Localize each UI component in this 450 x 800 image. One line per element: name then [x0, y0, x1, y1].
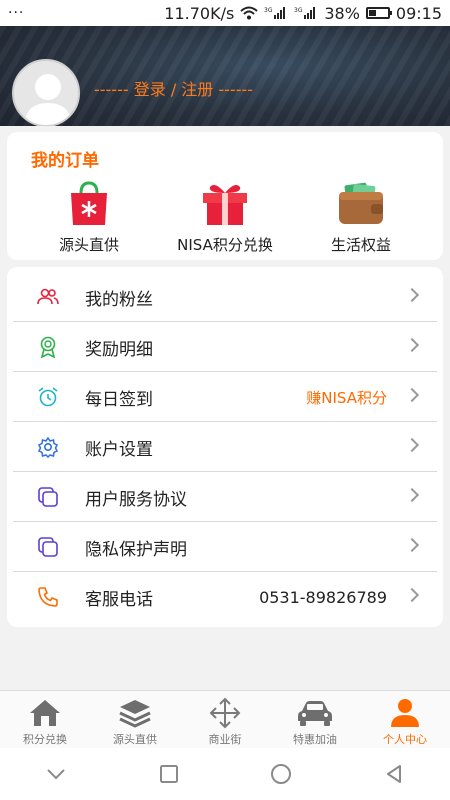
- default-user-icon: [24, 74, 72, 125]
- tab-points-exchange[interactable]: 积分兑换: [0, 691, 90, 749]
- gift-box-icon: [160, 180, 290, 228]
- back-triangle-icon: [386, 765, 401, 783]
- circle-icon: [271, 764, 292, 784]
- battery-fill: [368, 10, 377, 16]
- fans-icon: [37, 286, 59, 308]
- back-button[interactable]: [374, 754, 414, 794]
- tab-business-street[interactable]: 商业街: [180, 691, 270, 749]
- status-bar: ··· 11.70K/s 3G 3G 38% 09:15: [0, 0, 450, 26]
- network-speed: 11.70K/s: [164, 3, 235, 23]
- tab-source-supply[interactable]: 源头直供: [90, 691, 180, 749]
- chevron-right-icon: [404, 287, 420, 303]
- order-item-life-benefits[interactable]: 生活权益: [296, 180, 426, 255]
- menu-item-reward-details[interactable]: 奖励明细: [7, 322, 443, 372]
- car-icon: [296, 697, 334, 729]
- avatar[interactable]: [12, 59, 80, 126]
- tab-fuel-deals[interactable]: 特惠加油: [270, 691, 360, 749]
- alarm-clock-icon: [37, 386, 59, 408]
- login-register-link[interactable]: ------ 登录 / 注册 ------: [94, 76, 253, 100]
- person-icon: [388, 697, 422, 729]
- menu-label: 每日签到: [85, 389, 153, 410]
- svg-text:3G: 3G: [264, 7, 273, 14]
- layers-icon: [118, 697, 152, 729]
- menu-item-user-agreement[interactable]: 用户服务协议: [7, 472, 443, 522]
- document-icon: [37, 486, 59, 508]
- chevron-down-icon: [47, 769, 65, 780]
- home-icon: [28, 697, 62, 729]
- home-button[interactable]: [261, 754, 301, 794]
- bottom-tab-bar: 积分兑换 源头直供 商业街 特惠加油 个人中心: [0, 690, 450, 748]
- tab-label: 源头直供: [113, 733, 157, 746]
- gear-icon: [37, 436, 59, 458]
- earn-points-hint: 赚NISA积分: [306, 388, 387, 407]
- menu-label: 客服电话: [85, 589, 153, 610]
- chevron-right-icon: [404, 337, 420, 353]
- chevron-right-icon: [404, 587, 420, 603]
- service-phone-number: 0531-89826789: [259, 587, 387, 607]
- order-item-nisa-exchange[interactable]: NISA积分兑换: [160, 180, 290, 255]
- tab-label: 特惠加油: [293, 733, 337, 746]
- svg-text:3G: 3G: [294, 7, 303, 14]
- my-orders-card: 我的订单 源头直供 NISA积分兑换 生活权益: [7, 132, 443, 260]
- tab-personal-center[interactable]: 个人中心: [360, 691, 450, 749]
- signal-3g-icon: 3G: [294, 6, 318, 20]
- menu-item-privacy-statement[interactable]: 隐私保护声明: [7, 522, 443, 572]
- profile-header: ------ 登录 / 注册 ------: [0, 26, 450, 126]
- wallet-icon: [296, 180, 426, 228]
- recent-apps-button[interactable]: [149, 754, 189, 794]
- menu-item-account-settings[interactable]: 账户设置: [7, 422, 443, 472]
- menu-label: 奖励明细: [85, 339, 153, 360]
- signal-3g-icon: 3G: [264, 6, 288, 20]
- menu-item-my-fans[interactable]: 我的粉丝: [7, 272, 443, 322]
- menu-label: 我的粉丝: [85, 289, 153, 310]
- notification-dots: ···: [8, 5, 25, 21]
- system-navigation-bar: [0, 748, 450, 800]
- phone-icon: [37, 586, 59, 608]
- chevron-right-icon: [404, 537, 420, 553]
- tab-label: 商业街: [208, 733, 242, 746]
- collapse-button[interactable]: [36, 754, 76, 794]
- menu-item-customer-service[interactable]: 客服电话 0531-89826789: [7, 572, 443, 622]
- tab-label: 个人中心: [383, 733, 427, 746]
- menu-label: 隐私保护声明: [85, 539, 187, 560]
- square-icon: [159, 765, 178, 783]
- battery-icon: [365, 7, 392, 19]
- wifi-icon: [240, 6, 258, 20]
- document-icon: [37, 536, 59, 558]
- chevron-right-icon: [404, 487, 420, 503]
- award-icon: [37, 336, 59, 358]
- order-item-source-supply[interactable]: 源头直供: [24, 180, 154, 255]
- menu-label: 账户设置: [85, 439, 153, 460]
- shopping-bag-icon: [24, 180, 154, 228]
- order-label: 生活权益: [330, 236, 391, 254]
- order-label: 源头直供: [58, 236, 119, 254]
- battery-percent: 38%: [324, 3, 360, 23]
- menu-list: 我的粉丝 奖励明细 每日签到 赚NISA积分 账户设置 用户服务协议 隐私保护声…: [7, 267, 443, 627]
- move-arrows-icon: [208, 697, 242, 729]
- menu-item-daily-checkin[interactable]: 每日签到 赚NISA积分: [7, 372, 443, 422]
- chevron-right-icon: [404, 387, 420, 403]
- chevron-right-icon: [404, 437, 420, 453]
- tab-label: 积分兑换: [23, 733, 67, 746]
- order-label: NISA积分兑换: [177, 236, 273, 254]
- menu-label: 用户服务协议: [85, 489, 187, 510]
- orders-title: 我的订单: [31, 151, 99, 171]
- clock: 09:15: [395, 3, 442, 23]
